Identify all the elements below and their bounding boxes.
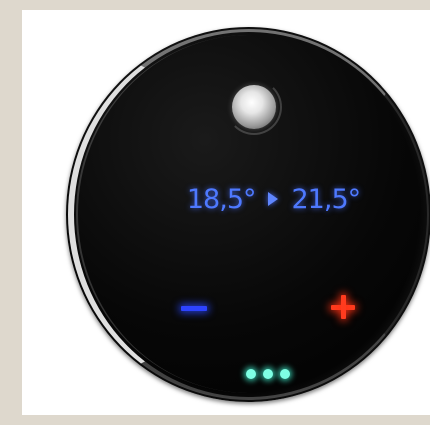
menu-button[interactable] [246, 369, 306, 385]
increase-button[interactable] [328, 292, 358, 322]
current-temperature: 18,5° [186, 183, 257, 215]
power-knob-icon[interactable] [232, 85, 276, 129]
temperature-display: 18,5° 21,5° [166, 179, 381, 219]
thermostat-device: 18,5° 21,5° [66, 27, 430, 402]
target-temperature: 21,5° [291, 183, 362, 215]
decrease-button[interactable] [179, 293, 209, 323]
plus-icon-vertical [341, 295, 346, 319]
more-dots-icon [280, 369, 290, 379]
minus-icon [181, 306, 207, 311]
photo-frame: 18,5° 21,5° [22, 10, 430, 415]
more-dots-icon [246, 369, 256, 379]
arrow-right-icon [267, 192, 278, 206]
more-dots-icon [263, 369, 273, 379]
